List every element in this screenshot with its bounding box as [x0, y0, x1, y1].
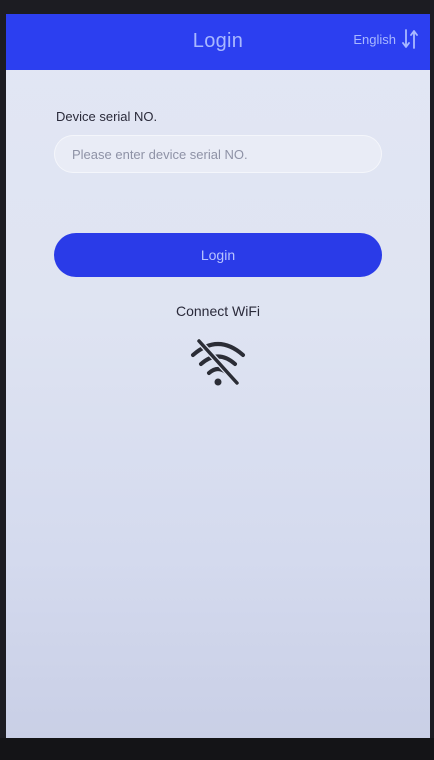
language-switcher[interactable]: English — [353, 28, 418, 50]
bottom-bezel — [0, 738, 434, 760]
app-header: Login English — [6, 14, 430, 70]
swap-vertical-icon — [402, 28, 418, 50]
login-button[interactable]: Login — [54, 233, 382, 277]
app-screen: Login English Device serial NO. Login Co… — [6, 14, 430, 738]
device-frame: Login English Device serial NO. Login Co… — [0, 0, 434, 760]
serial-number-label: Device serial NO. — [56, 109, 158, 124]
serial-number-input[interactable] — [54, 135, 382, 173]
wifi-off-icon[interactable] — [187, 337, 249, 394]
language-label: English — [353, 31, 396, 47]
connect-wifi-label[interactable]: Connect WiFi — [6, 303, 430, 319]
